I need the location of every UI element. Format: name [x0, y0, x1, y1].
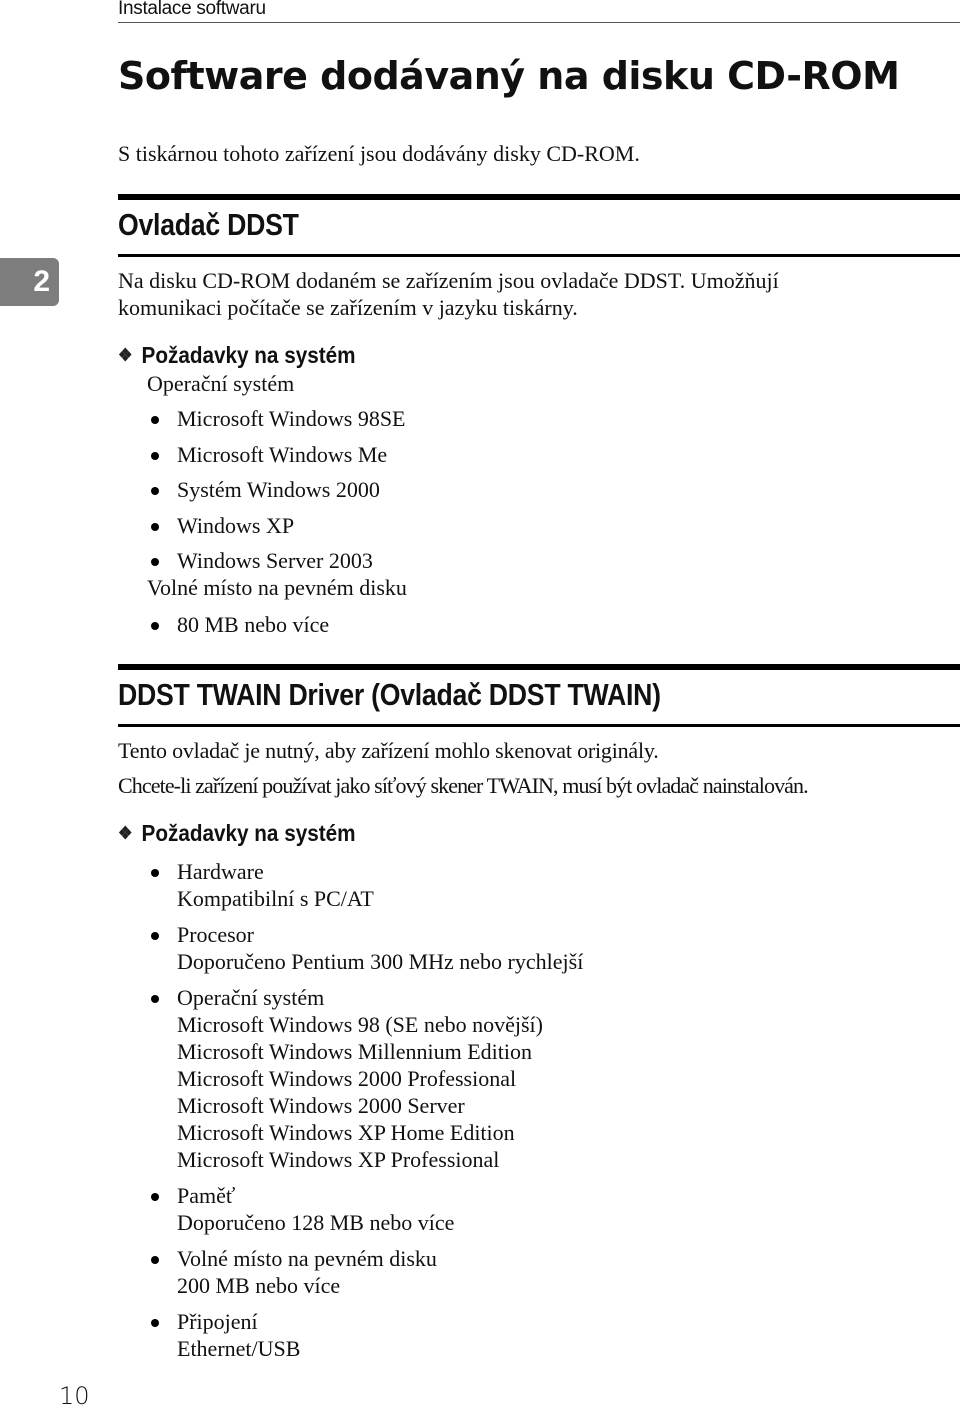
list-item-hardware: Hardware Kompatibilní s PC/AT — [147, 858, 583, 912]
group-title: Paměť — [177, 1183, 236, 1208]
disk-label: Volné místo na pevném disku — [147, 575, 407, 600]
section-rule-bottom — [118, 254, 960, 257]
group-line: Microsoft Windows 2000 Server — [177, 1093, 465, 1118]
section-rule-bottom — [118, 724, 960, 727]
group-title: Hardware — [177, 859, 264, 884]
bullet-icon — [151, 1319, 159, 1327]
section2-paragraph-1: Tento ovladač je nutný, aby zařízení moh… — [118, 738, 659, 763]
group-title: Připojení — [177, 1309, 258, 1334]
group-line: 200 MB nebo více — [177, 1273, 341, 1298]
intro-paragraph: S tiskárnou tohoto zařízení jsou dodáván… — [118, 141, 640, 166]
section1-paragraph-line1: Na disku CD-ROM dodaném se zařízením jso… — [118, 268, 779, 293]
group-line: Microsoft Windows XP Professional — [177, 1147, 500, 1172]
list-item: Microsoft Windows 98SE — [147, 405, 406, 441]
bullet-icon — [151, 558, 159, 566]
group-title: Volné místo na pevném disku — [177, 1246, 437, 1271]
requirements-heading-text: Požadavky na systém — [141, 342, 356, 368]
group-line: Microsoft Windows 2000 Professional — [177, 1066, 517, 1091]
running-head: Instalace softwaru — [118, 0, 960, 23]
diamond-bullet-icon: ❖ — [118, 345, 133, 365]
os-label: Operační systém — [147, 371, 295, 396]
bullet-icon — [151, 932, 159, 940]
disk-list: 80 MB nebo více — [147, 611, 329, 638]
list-item-text: Windows XP — [177, 512, 295, 538]
list-item-text: Windows Server 2003 — [177, 548, 373, 573]
bullet-icon — [151, 869, 159, 877]
bullet-icon — [151, 451, 159, 460]
group-line: Doporučeno 128 MB nebo více — [177, 1210, 455, 1235]
list-item: Windows XP — [147, 512, 406, 548]
section2-paragraph-2: Chcete-li zařízení používat jako síťový … — [118, 773, 809, 798]
group-line: Doporučeno Pentium 300 MHz nebo rychlejš… — [177, 949, 584, 974]
bullet-icon — [151, 416, 159, 424]
list-item-text: 80 MB nebo více — [177, 612, 330, 637]
requirements-heading-1: ❖ Požadavky na systém — [118, 342, 356, 369]
chapter-tab: 2 — [0, 258, 59, 306]
group-title: Procesor — [177, 922, 254, 947]
list-item-processor: Procesor Doporučeno Pentium 300 MHz nebo… — [147, 921, 583, 975]
requirements-list: Hardware Kompatibilní s PC/AT Procesor D… — [147, 858, 583, 1371]
group-title: Operační systém — [177, 985, 325, 1010]
group-line: Microsoft Windows XP Home Edition — [177, 1120, 515, 1145]
group-line: Microsoft Windows Millennium Edition — [177, 1039, 532, 1064]
list-item-text: Microsoft Windows Me — [177, 441, 388, 467]
list-item-text: Microsoft Windows 98SE — [177, 406, 406, 431]
section-heading-twain: DDST TWAIN Driver (Ovladač DDST TWAIN) — [118, 677, 661, 712]
bullet-icon — [151, 622, 159, 630]
group-line: Ethernet/USB — [177, 1336, 301, 1361]
list-item: Systém Windows 2000 — [147, 476, 406, 512]
list-item-connection: Připojení Ethernet/USB — [147, 1308, 583, 1362]
bullet-icon — [151, 522, 159, 531]
os-list: Microsoft Windows 98SE Microsoft Windows… — [147, 405, 406, 583]
diamond-bullet-icon: ❖ — [118, 823, 133, 843]
requirements-heading-2: ❖ Požadavky na systém — [118, 820, 356, 847]
bullet-icon — [151, 1256, 159, 1264]
bullet-icon — [151, 1193, 159, 1201]
section1-paragraph-line2: komunikaci počítače se zařízením v jazyk… — [118, 295, 578, 320]
section-heading-ddst: Ovladač DDST — [118, 207, 299, 242]
group-line: Kompatibilní s PC/AT — [177, 886, 374, 911]
list-item-os: Operační systém Microsoft Windows 98 (SE… — [147, 984, 583, 1173]
page-title: Software dodávaný na disku CD-ROM — [118, 54, 900, 98]
list-item: 80 MB nebo více — [147, 611, 329, 638]
section-rule-top — [118, 664, 960, 670]
list-item: Microsoft Windows Me — [147, 441, 406, 477]
group-line: Microsoft Windows 98 (SE nebo novější) — [177, 1012, 543, 1037]
list-item-memory: Paměť Doporučeno 128 MB nebo více — [147, 1182, 583, 1236]
bullet-icon — [151, 487, 159, 495]
bullet-icon — [151, 995, 159, 1003]
list-item-text: Systém Windows 2000 — [177, 477, 380, 502]
section-rule-top — [118, 194, 960, 200]
list-item-disk: Volné místo na pevném disku 200 MB nebo … — [147, 1245, 583, 1299]
page-number: 10 — [59, 1382, 90, 1410]
requirements-heading-text: Požadavky na systém — [141, 820, 356, 846]
